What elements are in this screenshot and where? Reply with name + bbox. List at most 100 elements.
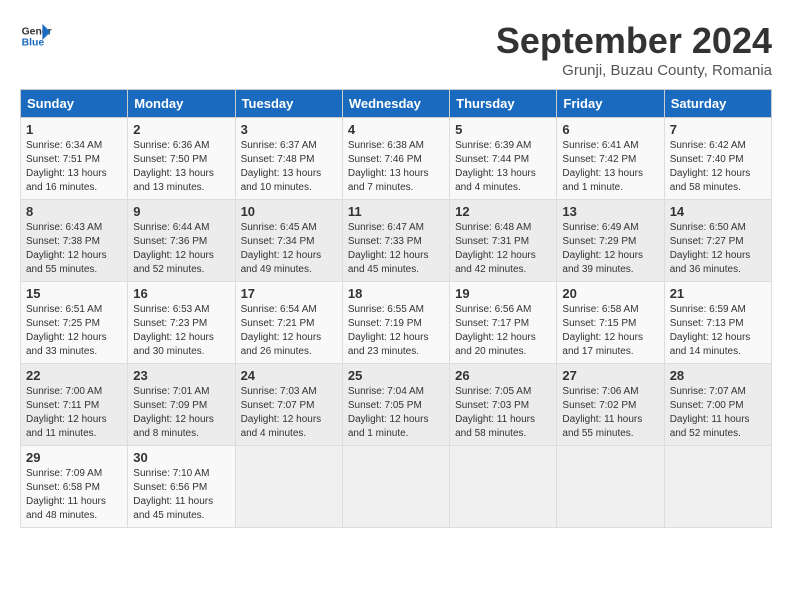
day-number: 5: [455, 122, 551, 137]
calendar-cell: 20 Sunrise: 6:58 AMSunset: 7:15 PMDaylig…: [557, 282, 664, 364]
header-saturday: Saturday: [664, 90, 771, 118]
calendar-cell: [342, 446, 449, 528]
header: General Blue September 2024 Grunji, Buza…: [20, 20, 772, 79]
weekday-header-row: Sunday Monday Tuesday Wednesday Thursday…: [21, 90, 772, 118]
calendar-cell: 21 Sunrise: 6:59 AMSunset: 7:13 PMDaylig…: [664, 282, 771, 364]
calendar-cell: 9 Sunrise: 6:44 AMSunset: 7:36 PMDayligh…: [128, 200, 235, 282]
day-number: 15: [26, 286, 122, 301]
calendar-cell: [235, 446, 342, 528]
day-info: Sunrise: 6:38 AMSunset: 7:46 PMDaylight:…: [348, 140, 429, 193]
day-info: Sunrise: 6:56 AMSunset: 7:17 PMDaylight:…: [455, 304, 536, 357]
calendar-cell: [664, 446, 771, 528]
day-number: 17: [241, 286, 337, 301]
day-number: 6: [562, 122, 658, 137]
header-thursday: Thursday: [450, 90, 557, 118]
calendar-cell: 6 Sunrise: 6:41 AMSunset: 7:42 PMDayligh…: [557, 118, 664, 200]
location-subtitle: Grunji, Buzau County, Romania: [496, 62, 772, 79]
day-number: 12: [455, 204, 551, 219]
calendar-cell: 3 Sunrise: 6:37 AMSunset: 7:48 PMDayligh…: [235, 118, 342, 200]
calendar-cell: 11 Sunrise: 6:47 AMSunset: 7:33 PMDaylig…: [342, 200, 449, 282]
calendar-cell: 5 Sunrise: 6:39 AMSunset: 7:44 PMDayligh…: [450, 118, 557, 200]
day-number: 25: [348, 368, 444, 383]
day-info: Sunrise: 6:39 AMSunset: 7:44 PMDaylight:…: [455, 140, 536, 193]
month-title: September 2024: [496, 20, 772, 62]
day-number: 3: [241, 122, 337, 137]
calendar-cell: 1 Sunrise: 6:34 AMSunset: 7:51 PMDayligh…: [21, 118, 128, 200]
day-number: 11: [348, 204, 444, 219]
day-number: 8: [26, 204, 122, 219]
header-friday: Friday: [557, 90, 664, 118]
day-info: Sunrise: 6:36 AMSunset: 7:50 PMDaylight:…: [133, 140, 214, 193]
day-number: 1: [26, 122, 122, 137]
calendar-cell: 4 Sunrise: 6:38 AMSunset: 7:46 PMDayligh…: [342, 118, 449, 200]
calendar-cell: 17 Sunrise: 6:54 AMSunset: 7:21 PMDaylig…: [235, 282, 342, 364]
calendar-cell: 2 Sunrise: 6:36 AMSunset: 7:50 PMDayligh…: [128, 118, 235, 200]
day-info: Sunrise: 6:49 AMSunset: 7:29 PMDaylight:…: [562, 222, 643, 275]
day-info: Sunrise: 6:41 AMSunset: 7:42 PMDaylight:…: [562, 140, 643, 193]
calendar-week-row: 29 Sunrise: 7:09 AMSunset: 6:58 PMDaylig…: [21, 446, 772, 528]
calendar-table: Sunday Monday Tuesday Wednesday Thursday…: [20, 89, 772, 528]
calendar-week-row: 8 Sunrise: 6:43 AMSunset: 7:38 PMDayligh…: [21, 200, 772, 282]
day-info: Sunrise: 7:09 AMSunset: 6:58 PMDaylight:…: [26, 468, 106, 521]
day-number: 28: [670, 368, 766, 383]
calendar-cell: 27 Sunrise: 7:06 AMSunset: 7:02 PMDaylig…: [557, 364, 664, 446]
calendar-cell: 10 Sunrise: 6:45 AMSunset: 7:34 PMDaylig…: [235, 200, 342, 282]
day-info: Sunrise: 7:00 AMSunset: 7:11 PMDaylight:…: [26, 386, 107, 439]
calendar-week-row: 22 Sunrise: 7:00 AMSunset: 7:11 PMDaylig…: [21, 364, 772, 446]
calendar-cell: 30 Sunrise: 7:10 AMSunset: 6:56 PMDaylig…: [128, 446, 235, 528]
calendar-cell: 24 Sunrise: 7:03 AMSunset: 7:07 PMDaylig…: [235, 364, 342, 446]
title-area: September 2024 Grunji, Buzau County, Rom…: [496, 20, 772, 79]
calendar-cell: 22 Sunrise: 7:00 AMSunset: 7:11 PMDaylig…: [21, 364, 128, 446]
day-info: Sunrise: 7:01 AMSunset: 7:09 PMDaylight:…: [133, 386, 214, 439]
day-info: Sunrise: 7:03 AMSunset: 7:07 PMDaylight:…: [241, 386, 322, 439]
header-sunday: Sunday: [21, 90, 128, 118]
calendar-cell: [557, 446, 664, 528]
day-number: 21: [670, 286, 766, 301]
day-number: 9: [133, 204, 229, 219]
logo-icon: General Blue: [20, 20, 52, 52]
calendar-cell: 23 Sunrise: 7:01 AMSunset: 7:09 PMDaylig…: [128, 364, 235, 446]
day-number: 29: [26, 450, 122, 465]
day-info: Sunrise: 6:53 AMSunset: 7:23 PMDaylight:…: [133, 304, 214, 357]
day-info: Sunrise: 6:44 AMSunset: 7:36 PMDaylight:…: [133, 222, 214, 275]
day-number: 26: [455, 368, 551, 383]
calendar-cell: 13 Sunrise: 6:49 AMSunset: 7:29 PMDaylig…: [557, 200, 664, 282]
day-number: 10: [241, 204, 337, 219]
day-info: Sunrise: 6:59 AMSunset: 7:13 PMDaylight:…: [670, 304, 751, 357]
calendar-week-row: 15 Sunrise: 6:51 AMSunset: 7:25 PMDaylig…: [21, 282, 772, 364]
calendar-cell: 19 Sunrise: 6:56 AMSunset: 7:17 PMDaylig…: [450, 282, 557, 364]
header-tuesday: Tuesday: [235, 90, 342, 118]
day-info: Sunrise: 6:34 AMSunset: 7:51 PMDaylight:…: [26, 140, 107, 193]
day-info: Sunrise: 6:45 AMSunset: 7:34 PMDaylight:…: [241, 222, 322, 275]
day-number: 18: [348, 286, 444, 301]
header-wednesday: Wednesday: [342, 90, 449, 118]
calendar-cell: 18 Sunrise: 6:55 AMSunset: 7:19 PMDaylig…: [342, 282, 449, 364]
calendar-cell: 14 Sunrise: 6:50 AMSunset: 7:27 PMDaylig…: [664, 200, 771, 282]
day-number: 24: [241, 368, 337, 383]
day-number: 20: [562, 286, 658, 301]
day-info: Sunrise: 7:04 AMSunset: 7:05 PMDaylight:…: [348, 386, 429, 439]
day-number: 16: [133, 286, 229, 301]
day-number: 22: [26, 368, 122, 383]
day-info: Sunrise: 6:43 AMSunset: 7:38 PMDaylight:…: [26, 222, 107, 275]
day-info: Sunrise: 6:42 AMSunset: 7:40 PMDaylight:…: [670, 140, 751, 193]
calendar-cell: 29 Sunrise: 7:09 AMSunset: 6:58 PMDaylig…: [21, 446, 128, 528]
day-info: Sunrise: 6:55 AMSunset: 7:19 PMDaylight:…: [348, 304, 429, 357]
logo: General Blue: [20, 20, 52, 52]
day-info: Sunrise: 7:06 AMSunset: 7:02 PMDaylight:…: [562, 386, 642, 439]
day-number: 7: [670, 122, 766, 137]
day-number: 27: [562, 368, 658, 383]
day-number: 19: [455, 286, 551, 301]
day-info: Sunrise: 6:51 AMSunset: 7:25 PMDaylight:…: [26, 304, 107, 357]
day-number: 14: [670, 204, 766, 219]
calendar-cell: 16 Sunrise: 6:53 AMSunset: 7:23 PMDaylig…: [128, 282, 235, 364]
day-number: 30: [133, 450, 229, 465]
calendar-cell: 28 Sunrise: 7:07 AMSunset: 7:00 PMDaylig…: [664, 364, 771, 446]
calendar-cell: 8 Sunrise: 6:43 AMSunset: 7:38 PMDayligh…: [21, 200, 128, 282]
day-info: Sunrise: 6:50 AMSunset: 7:27 PMDaylight:…: [670, 222, 751, 275]
day-info: Sunrise: 7:07 AMSunset: 7:00 PMDaylight:…: [670, 386, 750, 439]
calendar-cell: [450, 446, 557, 528]
calendar-cell: 25 Sunrise: 7:04 AMSunset: 7:05 PMDaylig…: [342, 364, 449, 446]
day-number: 4: [348, 122, 444, 137]
day-number: 13: [562, 204, 658, 219]
